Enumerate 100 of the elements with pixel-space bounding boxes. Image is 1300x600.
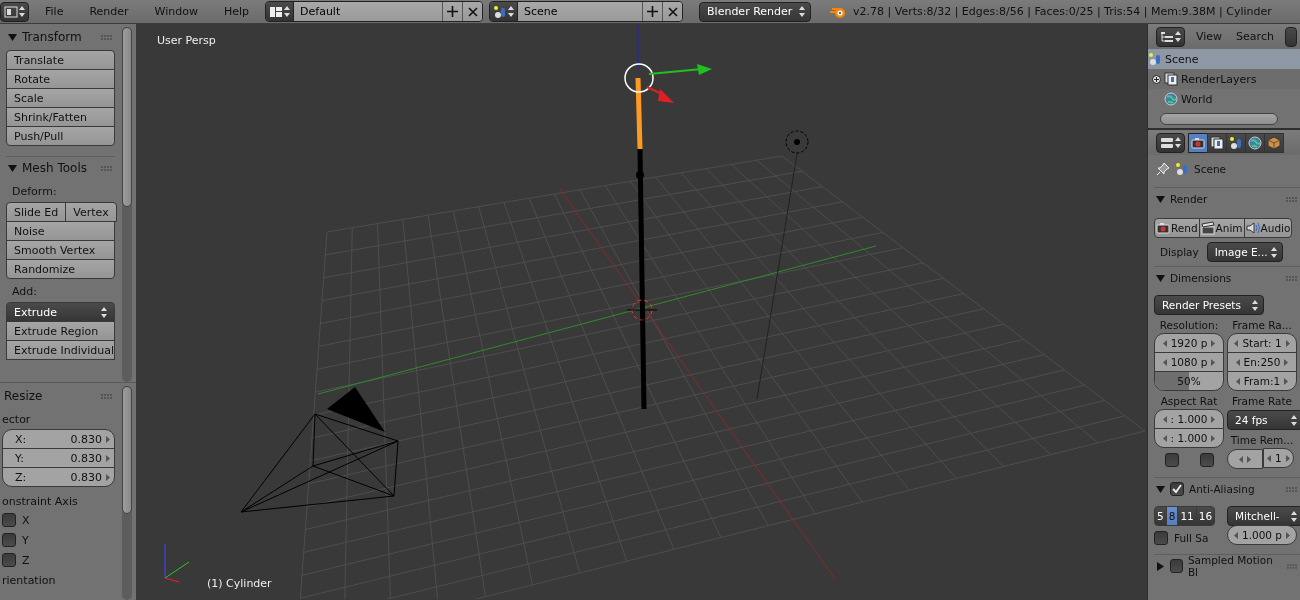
tool-button[interactable]: Scale <box>6 88 115 108</box>
menu-item[interactable]: View <box>1193 26 1226 47</box>
expanded-triangle-icon[interactable] <box>1156 273 1165 283</box>
number-field[interactable]: Y: 0.830 <box>2 448 115 468</box>
right-arrow-icon[interactable] <box>106 435 110 443</box>
outliner-row[interactable]: Scene <box>1148 49 1300 69</box>
sample-button[interactable]: 5 <box>1154 506 1167 526</box>
lamp-drawing[interactable] <box>756 130 809 400</box>
right-arrow-icon[interactable] <box>1211 434 1216 442</box>
scrollbar[interactable] <box>1160 113 1278 125</box>
grip-icon[interactable] <box>101 165 113 171</box>
properties-tab[interactable] <box>1226 132 1246 153</box>
expanded-triangle-icon[interactable] <box>8 32 17 42</box>
right-arrow-icon[interactable] <box>1211 415 1216 423</box>
menu-item[interactable]: Render <box>79 1 139 22</box>
scrollbar[interactable] <box>122 386 132 600</box>
number-field[interactable]: 1 <box>1263 448 1294 468</box>
tool-button[interactable]: Noise <box>6 221 115 241</box>
checkbox[interactable] <box>1199 453 1214 467</box>
expanded-triangle-icon[interactable] <box>8 163 17 173</box>
expand-toggle-icon[interactable] <box>1152 74 1161 84</box>
number-field[interactable]: : 1.000 <box>1154 428 1224 448</box>
transform-manipulator-drawing[interactable] <box>624 63 712 103</box>
left-arrow-icon[interactable] <box>1235 377 1240 385</box>
right-arrow-icon[interactable] <box>1286 531 1291 539</box>
sample-button[interactable]: 16 <box>1195 506 1216 526</box>
checkbox[interactable] <box>2 553 16 567</box>
number-field[interactable]: 1920 p <box>1154 333 1224 353</box>
sample-button[interactable]: 11 <box>1177 506 1197 526</box>
right-arrow-icon[interactable] <box>106 473 110 481</box>
number-field[interactable]: Start: 1 <box>1227 333 1297 353</box>
tool-button[interactable]: Vertex <box>65 202 117 222</box>
collapsed-triangle-icon[interactable] <box>1156 561 1165 571</box>
grip-icon[interactable] <box>101 393 113 399</box>
checkbox[interactable] <box>2 533 16 547</box>
tool-button[interactable]: Slide Ed <box>6 202 67 222</box>
grip-icon[interactable] <box>101 34 113 40</box>
grip-icon[interactable] <box>1286 275 1298 281</box>
grip-icon[interactable] <box>1287 563 1298 569</box>
render-button[interactable]: Audio <box>1243 218 1293 238</box>
left-arrow-icon[interactable] <box>1267 454 1271 462</box>
outliner-row[interactable]: RenderLayers <box>1148 69 1300 89</box>
checkbox[interactable] <box>1170 482 1184 496</box>
editor-type-button[interactable] <box>1156 26 1185 47</box>
extrude-dropdown[interactable]: Extrude <box>6 302 115 322</box>
menu-item[interactable]: Help <box>213 1 260 22</box>
properties-tab[interactable] <box>1207 132 1227 153</box>
panel-title[interactable]: Anti-Aliasing <box>1189 483 1255 495</box>
number-field[interactable]: Z: 0.830 <box>2 467 115 487</box>
expanded-triangle-icon[interactable] <box>1156 194 1165 204</box>
tool-button[interactable]: Shrink/Fatten <box>6 107 115 127</box>
panel-title[interactable]: Dimensions <box>1170 272 1232 284</box>
number-field[interactable]: En:250 <box>1227 352 1297 372</box>
left-arrow-icon[interactable] <box>1162 434 1167 442</box>
menu-item[interactable]: Search <box>1233 26 1277 47</box>
panel-title[interactable]: Sampled Motion Bl <box>1187 554 1278 578</box>
number-field[interactable]: 50% <box>1154 371 1224 391</box>
panel-title[interactable]: Transform <box>22 30 82 44</box>
panel-title[interactable]: Render <box>1170 193 1208 205</box>
dropdown-button[interactable] <box>1284 26 1297 47</box>
filter-dropdown[interactable]: Mitchell- <box>1227 506 1300 526</box>
number-field[interactable]: : 1.000 <box>1154 409 1224 429</box>
panel-title[interactable]: Resize <box>4 389 43 403</box>
frame-rate-dropdown[interactable]: 24 fps <box>1227 410 1300 430</box>
tool-button[interactable]: Smooth Vertex <box>6 240 115 260</box>
left-arrow-icon[interactable] <box>1234 339 1239 347</box>
display-dropdown[interactable]: Image E... <box>1206 242 1283 262</box>
left-arrow-icon[interactable] <box>1239 455 1243 463</box>
render-button[interactable]: Rend <box>1154 218 1200 238</box>
right-arrow-icon[interactable] <box>1247 455 1251 463</box>
right-arrow-icon[interactable] <box>1211 358 1216 366</box>
number-field[interactable]: 1080 p <box>1154 352 1224 372</box>
left-arrow-icon[interactable] <box>1233 531 1238 539</box>
render-engine-dropdown[interactable]: Blender Render <box>699 1 812 22</box>
camera-drawing[interactable] <box>240 387 399 513</box>
number-field[interactable] <box>1227 449 1263 469</box>
tool-button[interactable]: Extrude Individual <box>6 340 115 360</box>
cylinder-drawing[interactable] <box>635 77 647 410</box>
editor-type-button[interactable] <box>0 1 29 22</box>
render-button[interactable]: Anim <box>1198 218 1245 238</box>
tool-button[interactable]: Rotate <box>6 69 115 89</box>
scrollbar[interactable] <box>122 27 132 382</box>
editor-type-button[interactable] <box>1156 132 1185 153</box>
checkbox[interactable] <box>1154 531 1168 545</box>
right-arrow-icon[interactable] <box>1285 339 1290 347</box>
grip-icon[interactable] <box>1286 196 1298 202</box>
right-arrow-icon[interactable] <box>1285 454 1290 462</box>
right-arrow-icon[interactable] <box>1211 339 1216 347</box>
checkbox[interactable] <box>2 513 16 527</box>
properties-tab[interactable] <box>1188 132 1208 153</box>
grip-icon[interactable] <box>1286 486 1298 492</box>
right-arrow-icon[interactable] <box>1284 377 1289 385</box>
menu-item[interactable]: File <box>35 1 74 22</box>
checkbox[interactable] <box>1170 559 1183 573</box>
right-arrow-icon[interactable] <box>106 454 110 462</box>
right-arrow-icon[interactable] <box>1284 358 1289 366</box>
tool-button[interactable]: Push/Pull <box>6 126 115 146</box>
properties-tab[interactable] <box>1245 132 1265 153</box>
tool-button[interactable]: Randomize <box>6 259 115 279</box>
left-arrow-icon[interactable] <box>1162 358 1167 366</box>
